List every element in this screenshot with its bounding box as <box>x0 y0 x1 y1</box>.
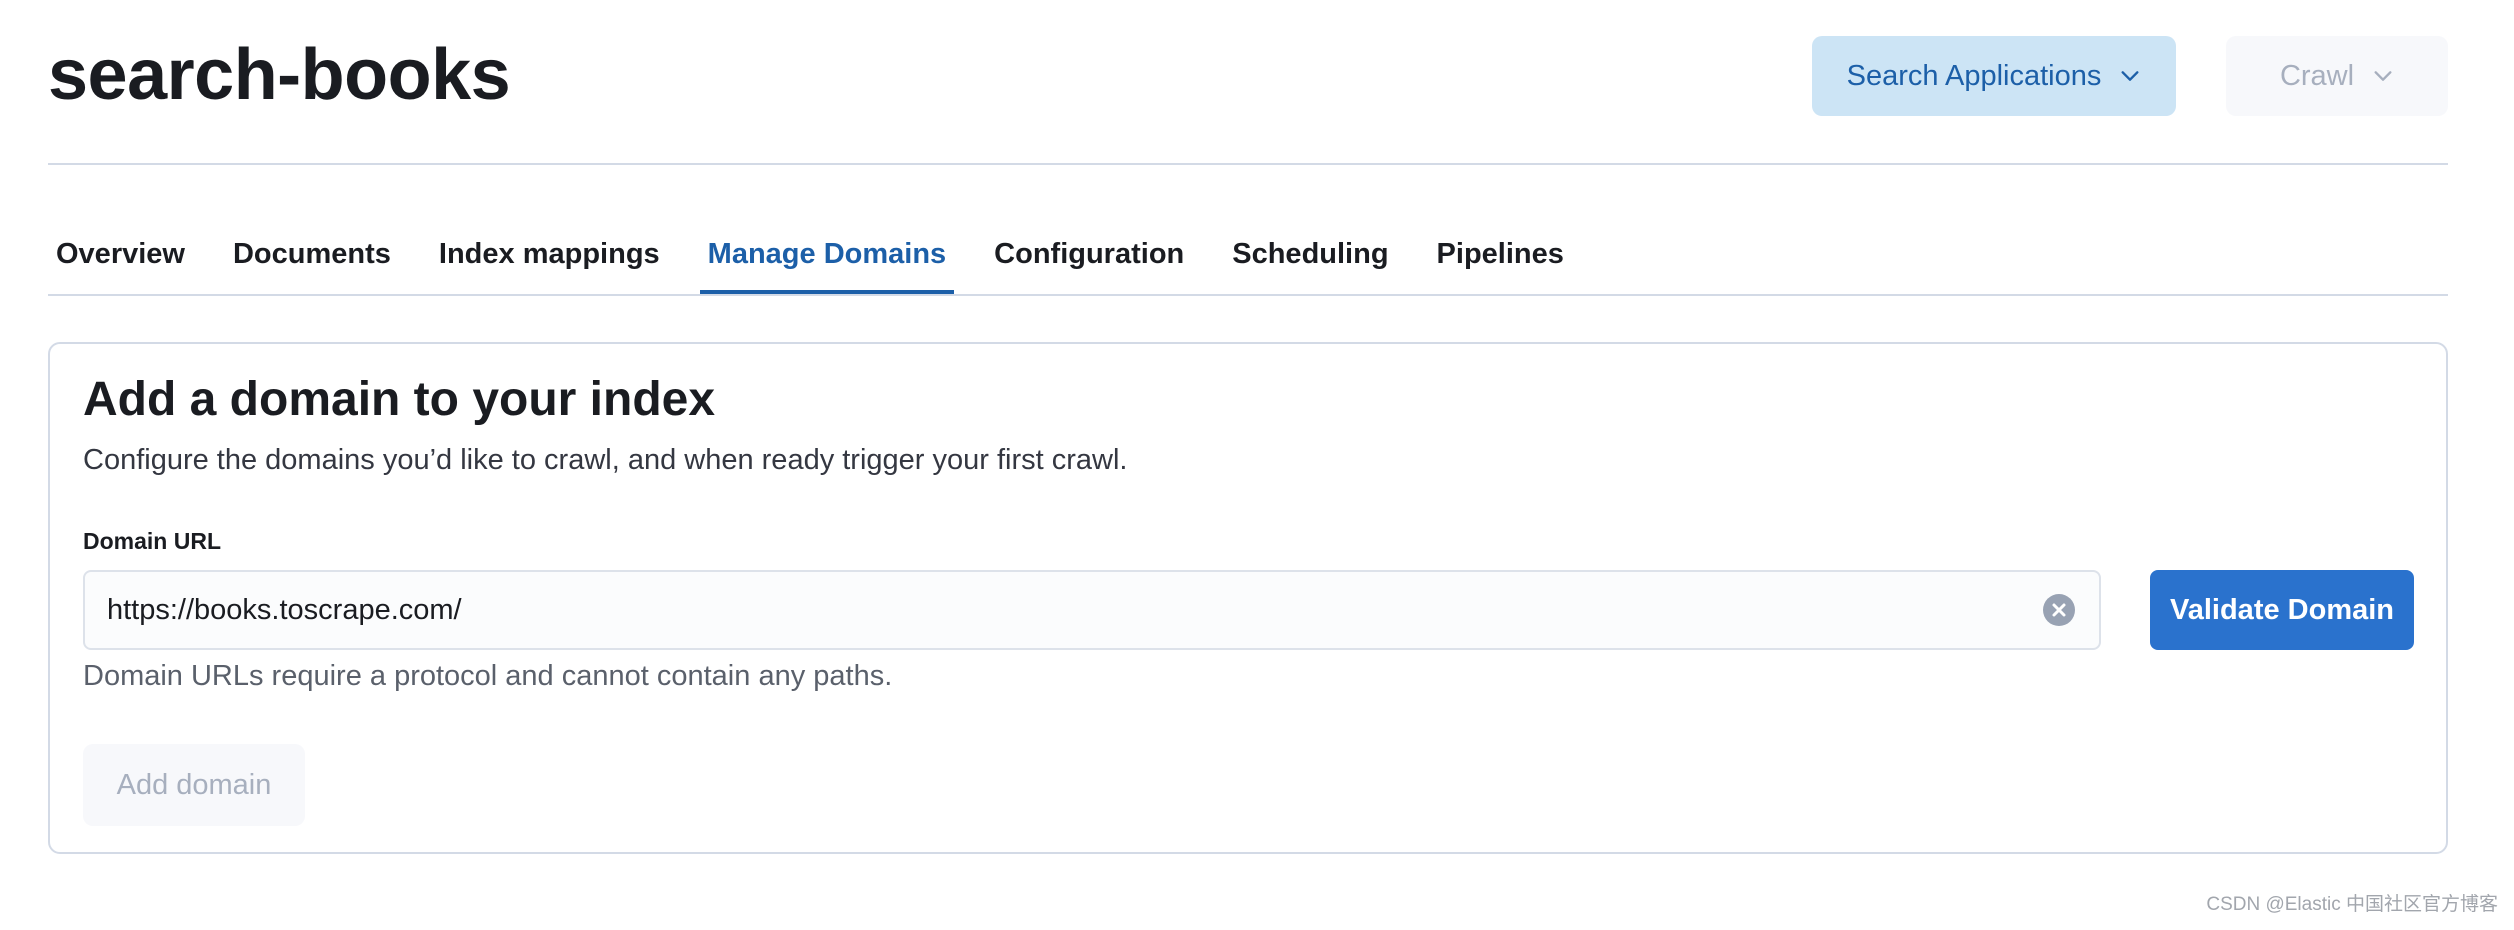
panel-description: Configure the domains you’d like to craw… <box>83 444 1128 476</box>
domain-url-label: Domain URL <box>83 528 221 554</box>
tab-documents[interactable]: Documents <box>225 220 399 292</box>
page: search-books Search Applications Crawl O… <box>48 0 2448 930</box>
page-title: search-books <box>48 35 511 115</box>
validate-domain-button[interactable]: Validate Domain <box>2150 570 2414 650</box>
chevron-down-icon <box>2374 71 2392 81</box>
watermark: CSDN @Elastic 中国社区官方博客 <box>2206 894 2498 915</box>
domain-url-help-text: Domain URLs require a protocol and canno… <box>83 660 893 692</box>
panel-title: Add a domain to your index <box>83 373 716 426</box>
tab-configuration[interactable]: Configuration <box>986 220 1192 292</box>
tab-index-mappings[interactable]: Index mappings <box>431 220 668 292</box>
header-divider <box>48 163 2448 165</box>
tab-overview[interactable]: Overview <box>48 220 193 292</box>
add-domain-button[interactable]: Add domain <box>83 744 305 826</box>
tab-bar: Overview Documents Index mappings Manage… <box>48 220 2448 296</box>
search-applications-button[interactable]: Search Applications <box>1812 36 2176 116</box>
clear-icon[interactable] <box>2043 594 2075 626</box>
header-actions: Search Applications Crawl <box>1812 36 2448 116</box>
domain-url-input[interactable] <box>107 572 2007 648</box>
crawl-button[interactable]: Crawl <box>2226 36 2448 116</box>
domain-url-field <box>83 570 2101 650</box>
crawl-label: Crawl <box>2279 59 2355 92</box>
add-domain-panel: Add a domain to your index Configure the… <box>48 342 2448 854</box>
tab-manage-domains[interactable]: Manage Domains <box>699 220 955 294</box>
tab-pipelines[interactable]: Pipelines <box>1429 220 1572 292</box>
tab-scheduling[interactable]: Scheduling <box>1224 220 1396 292</box>
search-applications-label: Search Applications <box>1846 59 2102 92</box>
chevron-down-icon <box>2121 71 2139 81</box>
